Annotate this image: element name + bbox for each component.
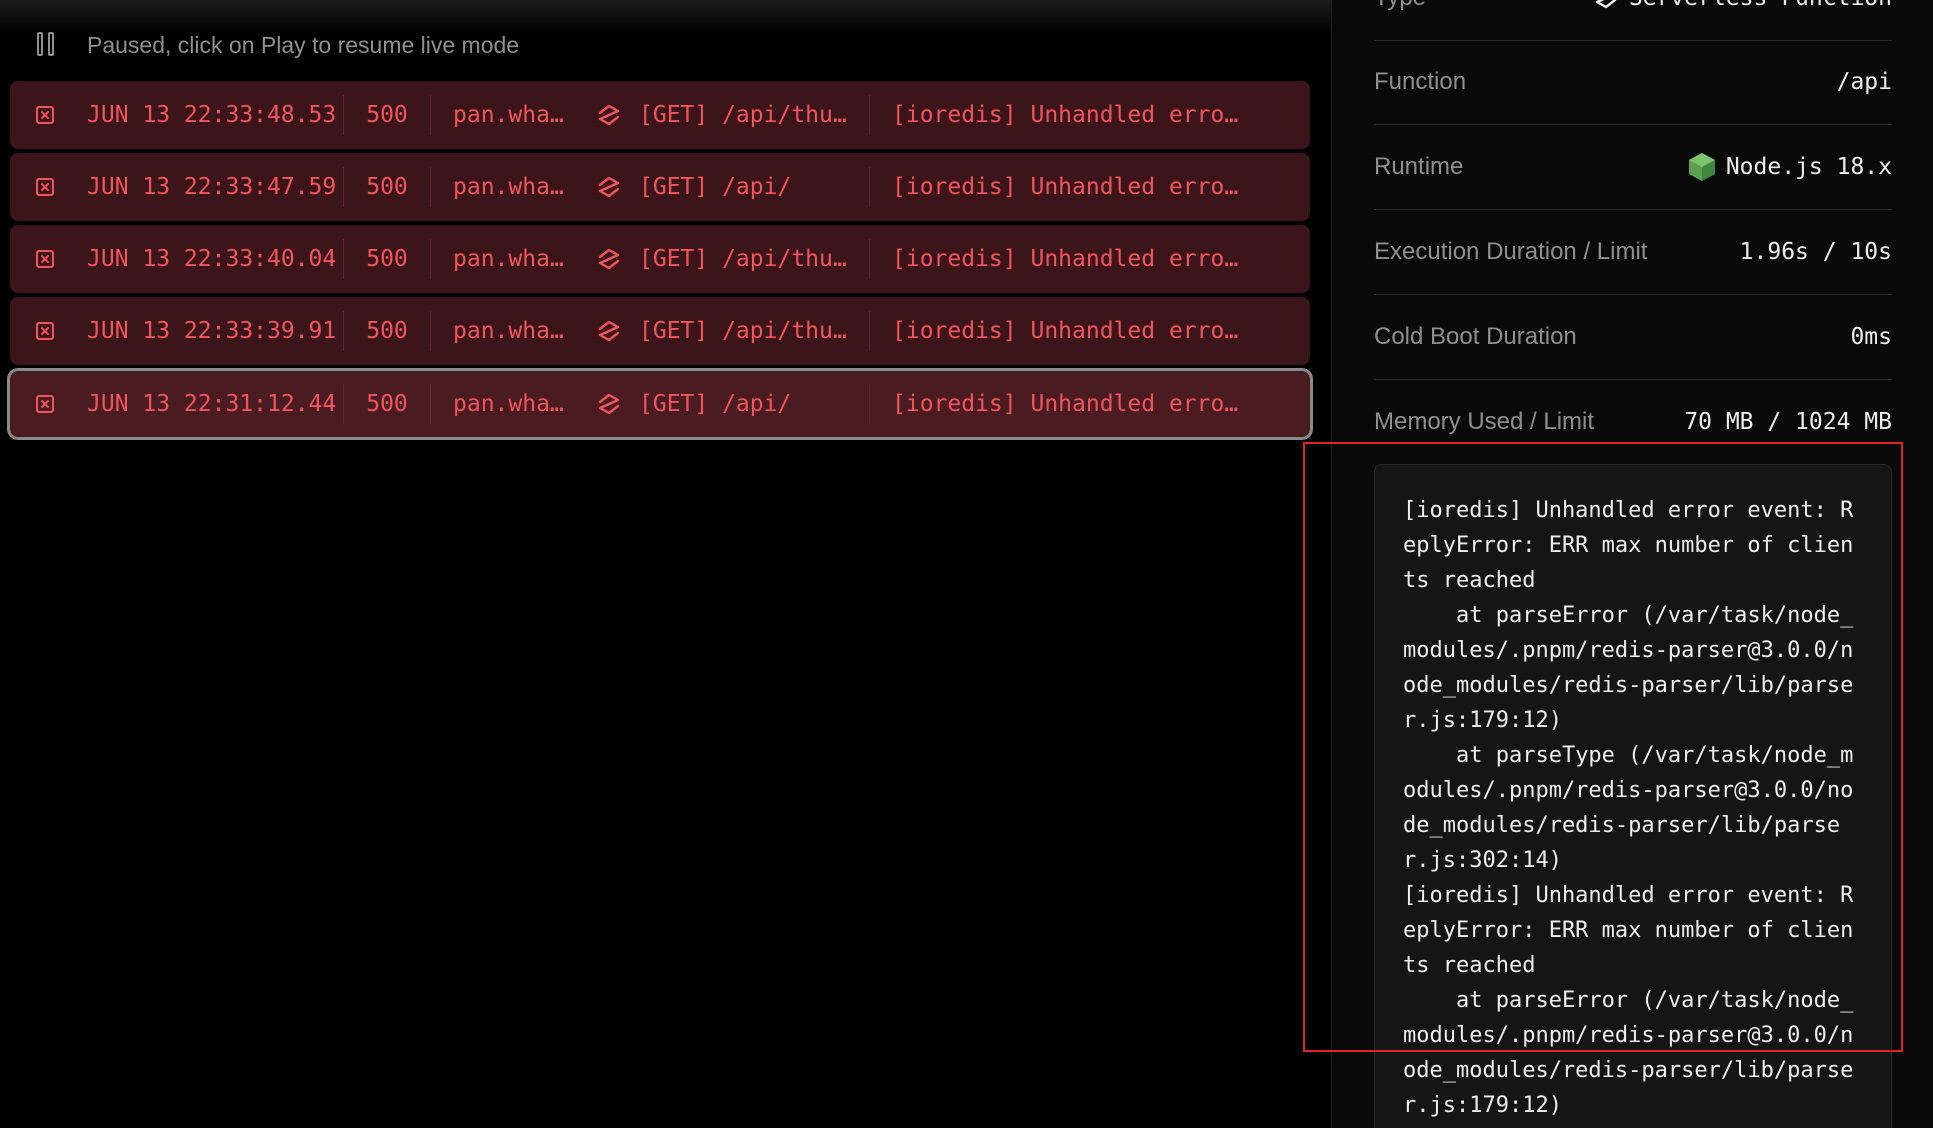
detail-type: Type Serverless Function bbox=[1374, 0, 1892, 41]
detail-value: 70 MB / 1024 MB bbox=[1684, 409, 1892, 435]
log-row[interactable]: JUN 13 22:33:48.53 500 pan.wha… [GET] /a… bbox=[10, 81, 1310, 149]
log-host: pan.wha… bbox=[453, 391, 564, 417]
log-host: pan.wha… bbox=[453, 318, 564, 344]
log-host: pan.wha… bbox=[453, 246, 564, 272]
detail-label: Cold Boot Duration bbox=[1374, 323, 1577, 350]
log-output-text: [ioredis] Unhandled error event: ReplyEr… bbox=[1403, 498, 1854, 1118]
log-message: [ioredis] Unhandled erro… bbox=[892, 174, 1239, 200]
logs-page: Paused, click on Play to resume live mod… bbox=[0, 0, 1933, 1128]
log-row[interactable]: JUN 13 22:33:40.04 500 pan.wha… [GET] /a… bbox=[10, 225, 1310, 293]
log-status: 500 bbox=[366, 174, 408, 200]
error-x-icon bbox=[36, 395, 54, 413]
log-path: [GET] /api/ bbox=[639, 391, 792, 417]
log-status: 500 bbox=[366, 318, 408, 344]
log-row[interactable]: JUN 13 22:33:47.59 500 pan.wha… [GET] /a… bbox=[10, 153, 1310, 221]
detail-cold-boot: Cold Boot Duration 0ms bbox=[1374, 295, 1892, 380]
detail-label: Runtime bbox=[1374, 153, 1464, 180]
log-row-selected[interactable]: JUN 13 22:31:12.44 500 pan.wha… [GET] /a… bbox=[10, 371, 1310, 437]
log-time: JUN 13 22:31:12.44 bbox=[87, 391, 337, 417]
pause-icon[interactable] bbox=[37, 32, 59, 58]
log-path: [GET] /api/thu… bbox=[639, 246, 847, 272]
log-message: [ioredis] Unhandled erro… bbox=[892, 391, 1239, 417]
detail-label: Function bbox=[1374, 68, 1467, 95]
log-message: [ioredis] Unhandled erro… bbox=[892, 102, 1239, 128]
log-time: JUN 13 22:33:39.91 bbox=[87, 318, 337, 344]
detail-label: Memory Used / Limit bbox=[1374, 408, 1595, 435]
error-x-icon bbox=[36, 250, 54, 268]
serverless-function-icon bbox=[598, 320, 620, 342]
serverless-function-icon bbox=[1595, 0, 1617, 9]
log-status: 500 bbox=[366, 391, 408, 417]
serverless-function-icon bbox=[598, 248, 620, 270]
log-host: pan.wha… bbox=[453, 174, 564, 200]
serverless-function-icon bbox=[598, 104, 620, 126]
live-mode-status: Paused, click on Play to resume live mod… bbox=[37, 28, 519, 62]
log-path: [GET] /api/thu… bbox=[639, 318, 847, 344]
log-path: [GET] /api/ bbox=[639, 174, 792, 200]
detail-value: /api bbox=[1836, 69, 1892, 95]
detail-value: 1.96s / 10s bbox=[1739, 239, 1892, 265]
detail-memory: Memory Used / Limit 70 MB / 1024 MB bbox=[1374, 380, 1892, 464]
detail-function: Function /api bbox=[1374, 40, 1892, 125]
paused-text: Paused, click on Play to resume live mod… bbox=[87, 31, 520, 58]
serverless-function-icon bbox=[598, 176, 620, 198]
detail-value: 0ms bbox=[1850, 324, 1892, 350]
detail-label: Execution Duration / Limit bbox=[1374, 238, 1648, 265]
log-output-box[interactable]: [ioredis] Unhandled error event: ReplyEr… bbox=[1374, 464, 1892, 1128]
detail-runtime: Runtime Node.js 18.x bbox=[1374, 125, 1892, 210]
logs-list-pane: Paused, click on Play to resume live mod… bbox=[0, 0, 1331, 1128]
log-row[interactable]: JUN 13 22:33:39.91 500 pan.wha… [GET] /a… bbox=[10, 297, 1310, 365]
log-message: [ioredis] Unhandled erro… bbox=[892, 246, 1239, 272]
log-path: [GET] /api/thu… bbox=[639, 102, 847, 128]
error-x-icon bbox=[36, 106, 54, 124]
detail-execution-duration: Execution Duration / Limit 1.96s / 10s bbox=[1374, 210, 1892, 295]
serverless-function-icon bbox=[598, 393, 620, 415]
log-details-panel: Type Serverless Function Function /api R… bbox=[1331, 0, 1933, 1128]
log-status: 500 bbox=[366, 102, 408, 128]
log-time: JUN 13 22:33:48.53 bbox=[87, 102, 337, 128]
nodejs-icon bbox=[1688, 153, 1715, 181]
log-rows: JUN 13 22:33:48.53 500 pan.wha… [GET] /a… bbox=[10, 81, 1310, 441]
detail-value: Serverless Function bbox=[1629, 0, 1892, 11]
log-time: JUN 13 22:33:40.04 bbox=[87, 246, 337, 272]
error-x-icon bbox=[36, 178, 54, 196]
detail-label: Type bbox=[1374, 0, 1426, 12]
error-x-icon bbox=[36, 322, 54, 340]
log-status: 500 bbox=[366, 246, 408, 272]
log-message: [ioredis] Unhandled erro… bbox=[892, 318, 1239, 344]
detail-value: Node.js 18.x bbox=[1725, 154, 1892, 180]
log-host: pan.wha… bbox=[453, 102, 564, 128]
log-time: JUN 13 22:33:47.59 bbox=[87, 174, 337, 200]
